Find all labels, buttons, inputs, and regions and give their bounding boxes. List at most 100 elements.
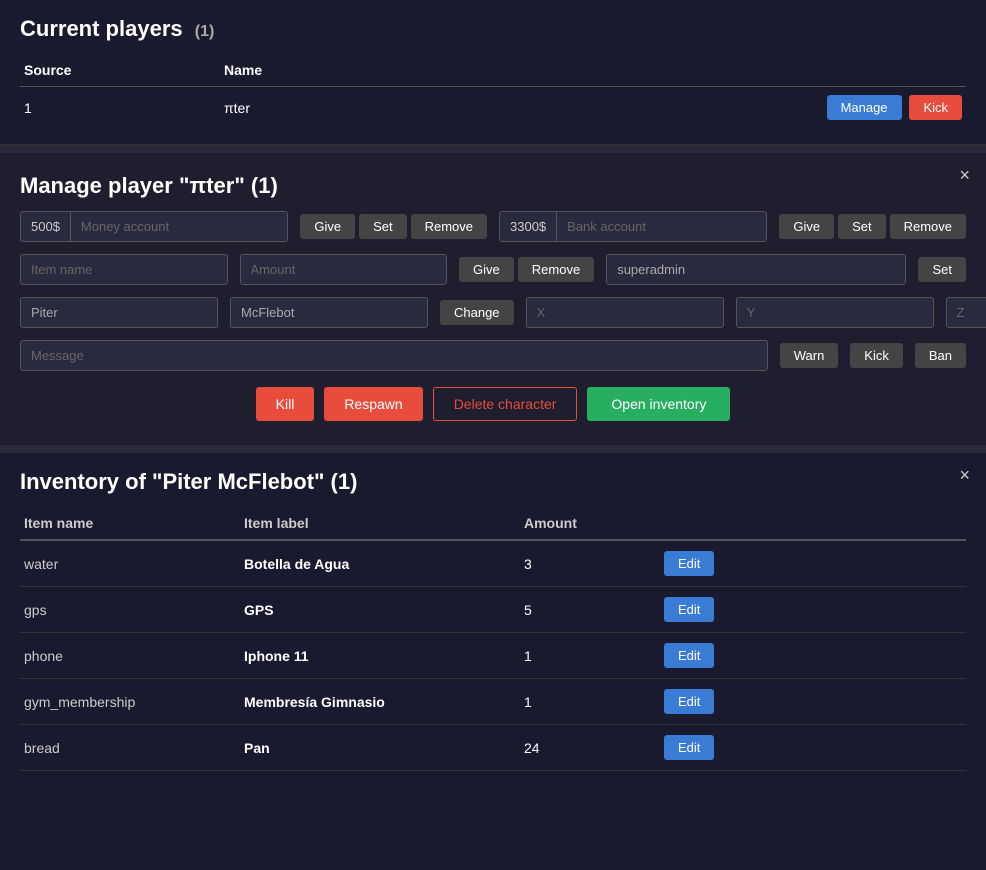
manage-close-button[interactable]: ×	[959, 165, 970, 186]
firstname-input[interactable]	[20, 297, 218, 328]
current-players-title-text: Current players	[20, 16, 183, 41]
inv-item-name: gym_membership	[20, 679, 240, 725]
divider-1	[0, 145, 986, 153]
kick-manage-button[interactable]: Kick	[850, 343, 903, 368]
inventory-close-button[interactable]: ×	[959, 465, 970, 486]
bank-give-button[interactable]: Give	[779, 214, 834, 239]
divider-2	[0, 445, 986, 453]
inventory-row: phone Iphone 11 1 Edit	[20, 633, 966, 679]
action-buttons-row: Kill Respawn Delete character Open inven…	[20, 371, 966, 425]
inv-col-action	[660, 507, 966, 540]
manage-panel-title: Manage player "πter" (1)	[20, 173, 966, 199]
inv-item-label: Membresía Gimnasio	[240, 679, 520, 725]
inv-item-label: Pan	[240, 725, 520, 771]
message-row: Warn Kick Ban	[20, 340, 966, 371]
inventory-row: bread Pan 24 Edit	[20, 725, 966, 771]
manage-grid: 500$ Give Set Remove 3300$ Give Set Remo…	[20, 211, 966, 371]
inv-item-edit-cell: Edit	[660, 633, 966, 679]
money-account-input[interactable]	[71, 212, 287, 241]
inv-item-name: phone	[20, 633, 240, 679]
inv-item-name: gps	[20, 587, 240, 633]
inventory-section: Inventory of "Piter McFlebot" (1) × Item…	[0, 453, 986, 787]
money-bank-row: 500$ Give Set Remove 3300$ Give Set Remo…	[20, 211, 966, 242]
inv-edit-button[interactable]: Edit	[664, 597, 714, 622]
manage-player-panel: Manage player "πter" (1) × 500$ Give Set…	[0, 153, 986, 445]
warn-button[interactable]: Warn	[780, 343, 839, 368]
player-row: 1 πter Manage Kick	[20, 87, 966, 129]
ban-button[interactable]: Ban	[915, 343, 966, 368]
inv-edit-button[interactable]: Edit	[664, 551, 714, 576]
inventory-table: Item name Item label Amount water Botell…	[20, 507, 966, 771]
current-players-title: Current players (1)	[20, 16, 966, 42]
item-name-input[interactable]	[20, 254, 228, 285]
kick-player-button[interactable]: Kick	[909, 95, 962, 120]
inv-item-amount: 1	[520, 679, 660, 725]
bank-btn-group: Give Set Remove	[779, 214, 966, 239]
bank-set-button[interactable]: Set	[838, 214, 886, 239]
inventory-row: gym_membership Membresía Gimnasio 1 Edit	[20, 679, 966, 725]
bank-account-input[interactable]	[557, 212, 766, 241]
inv-col-name: Item name	[20, 507, 240, 540]
inv-item-amount: 5	[520, 587, 660, 633]
inventory-row: gps GPS 5 Edit	[20, 587, 966, 633]
inv-item-amount: 24	[520, 725, 660, 771]
inv-edit-button[interactable]: Edit	[664, 735, 714, 760]
inv-item-label: GPS	[240, 587, 520, 633]
money-remove-button[interactable]: Remove	[411, 214, 487, 239]
inv-item-name: bread	[20, 725, 240, 771]
inv-item-amount: 1	[520, 633, 660, 679]
inventory-title-text: Inventory of "Piter McFlebot" (1)	[20, 469, 357, 494]
z-input[interactable]	[946, 297, 986, 328]
x-input[interactable]	[526, 297, 724, 328]
inv-item-edit-cell: Edit	[660, 540, 966, 587]
inv-edit-button[interactable]: Edit	[664, 689, 714, 714]
item-btn-group: Give Remove	[459, 257, 594, 282]
group-input[interactable]	[606, 254, 906, 285]
manage-panel-title-text: Manage player "πter" (1)	[20, 173, 278, 198]
inventory-title: Inventory of "Piter McFlebot" (1)	[20, 469, 966, 495]
manage-button[interactable]: Manage	[827, 95, 902, 120]
bank-prefix: 3300$	[500, 212, 557, 241]
money-btn-group: Give Set Remove	[300, 214, 487, 239]
money-input-group: 500$	[20, 211, 288, 242]
current-players-count: (1)	[195, 23, 215, 40]
inv-item-edit-cell: Edit	[660, 725, 966, 771]
current-players-section: Current players (1) Source Name 1 πter M…	[0, 0, 986, 145]
item-give-button[interactable]: Give	[459, 257, 514, 282]
inv-item-label: Botella de Agua	[240, 540, 520, 587]
bank-input-group: 3300$	[499, 211, 767, 242]
inv-item-edit-cell: Edit	[660, 587, 966, 633]
item-remove-button[interactable]: Remove	[518, 257, 594, 282]
respawn-button[interactable]: Respawn	[324, 387, 422, 421]
inv-item-name: water	[20, 540, 240, 587]
group-set-button[interactable]: Set	[918, 257, 966, 282]
inv-col-label: Item label	[240, 507, 520, 540]
inv-item-edit-cell: Edit	[660, 679, 966, 725]
col-name: Name	[220, 54, 402, 87]
player-name: πter	[220, 87, 402, 129]
lastname-input[interactable]	[230, 297, 428, 328]
inv-col-amount: Amount	[520, 507, 660, 540]
message-input[interactable]	[20, 340, 768, 371]
col-actions	[402, 54, 966, 87]
money-prefix: 500$	[21, 212, 71, 241]
kill-button[interactable]: Kill	[256, 387, 315, 421]
players-table: Source Name 1 πter Manage Kick	[20, 54, 966, 128]
money-set-button[interactable]: Set	[359, 214, 407, 239]
player-source: 1	[20, 87, 220, 129]
change-name-button[interactable]: Change	[440, 300, 514, 325]
player-actions: Manage Kick	[402, 87, 966, 129]
bank-remove-button[interactable]: Remove	[890, 214, 966, 239]
money-give-button[interactable]: Give	[300, 214, 355, 239]
open-inventory-button[interactable]: Open inventory	[587, 387, 730, 421]
inventory-row: water Botella de Agua 3 Edit	[20, 540, 966, 587]
inv-edit-button[interactable]: Edit	[664, 643, 714, 668]
inv-item-label: Iphone 11	[240, 633, 520, 679]
name-teleport-row: Change Teleport	[20, 297, 966, 328]
y-input[interactable]	[736, 297, 934, 328]
col-source: Source	[20, 54, 220, 87]
inv-item-amount: 3	[520, 540, 660, 587]
item-amount-input[interactable]	[240, 254, 448, 285]
item-group-row: Give Remove Set	[20, 254, 966, 285]
delete-character-button[interactable]: Delete character	[433, 387, 578, 421]
